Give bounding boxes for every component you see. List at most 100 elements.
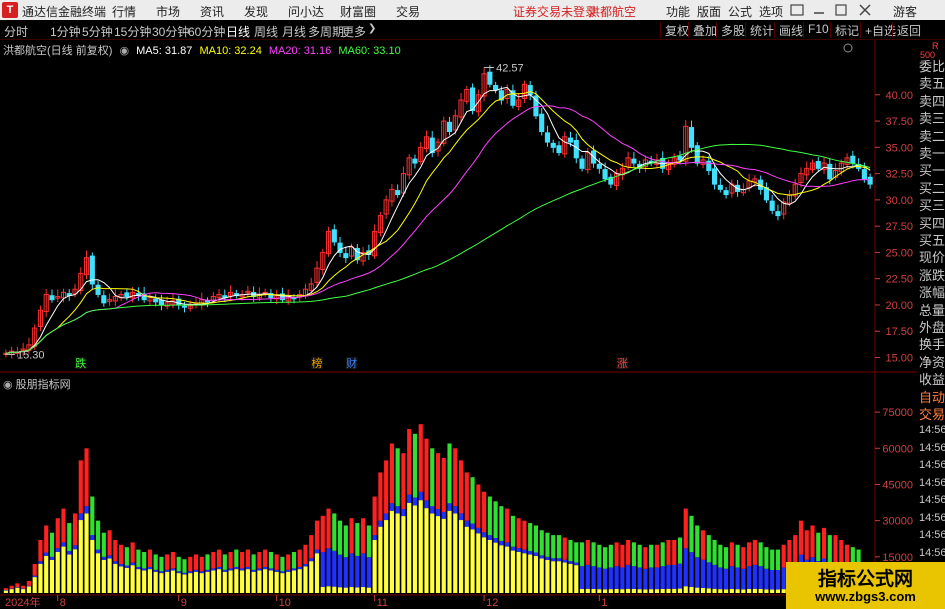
candle-body [331,229,337,243]
volume-segment-blue [280,571,285,574]
volume-segment-blue [407,494,412,503]
volume-segment-yellow [297,569,302,593]
volume-segment-red [798,520,804,555]
volume-segment-red [26,580,32,586]
price-axis-label: 32.50 [885,169,913,181]
event-marker[interactable]: 财 [346,356,357,370]
tick-time: 14:56 [919,476,945,489]
volume-segment-yellow [245,569,250,593]
kline-chart[interactable]: 40.00 37.50 35.00 32.50 30.00 27.50 25.00 22.50… [0,0,945,609]
volume-segment-blue [464,520,469,527]
event-marker[interactable]: 榜 [312,356,323,370]
chart-settings-icon[interactable] [843,43,853,53]
volume-segment-blue [700,559,706,588]
volume-segment-blue [355,555,360,588]
candle-body [544,132,551,143]
volume-segment-blue [361,553,366,588]
quote-field: 总量 [919,302,945,318]
volume-segment-yellow [257,570,262,593]
legend-ma20: MA20: 31.16 [268,45,332,57]
volume-segment-red [424,438,429,501]
candle-body [631,158,637,164]
volume-segment-blue [72,545,78,550]
volume-axis-label: 30000 [882,516,913,528]
volume-segment-red [626,539,631,565]
volume-segment-red [44,525,49,553]
volume-segment-blue [136,566,141,570]
volume-segment-blue [482,532,487,538]
volume-segment-yellow [424,508,429,593]
volume-segment-yellow [9,589,14,593]
volume-segment-blue [430,506,435,514]
quote-field[interactable]: 交易 [919,404,945,423]
date-label: 10 [279,597,291,609]
volume-segment-yellow [724,589,729,593]
volume-segment-green [695,525,700,558]
volume-segment-yellow [706,588,711,593]
volume-segment-yellow [21,589,26,593]
volume-segment-blue [533,552,539,556]
volume-segment-yellow [136,569,141,593]
quote-field[interactable]: 自动 [919,387,945,406]
volume-segment-red [804,530,809,560]
volume-segment-yellow [430,513,435,593]
price-axis-label: 40.00 [885,90,913,102]
candle-body [769,200,775,211]
indicator-label: ◉ 股朋指标网 [3,376,71,392]
volume-segment-green [49,532,55,557]
indicator-toggle-icon[interactable]: ◉ [3,379,13,391]
volume-segment-green [631,542,636,567]
volume-segment-blue [113,561,118,564]
legend-title: 洪都航空(日线 前复权) [3,45,113,57]
candle-body [153,298,159,303]
quote-field: 换手 [919,337,945,353]
volume-segment-yellow [263,569,268,593]
volume-segment-yellow [764,589,769,593]
candle-body [827,163,833,180]
legend-toggle-icon[interactable]: ◉ [119,45,129,57]
volume-segment-blue [643,568,648,590]
volume-segment-blue [424,500,429,509]
volume-segment-red [643,547,648,569]
volume-segment-yellow [251,571,256,593]
event-marker[interactable]: 涨 [617,357,628,370]
volume-segment-yellow [142,570,147,593]
volume-segment-blue [758,566,763,589]
volume-segment-yellow [637,589,642,593]
candle-body [550,142,556,148]
candle-body [602,169,608,180]
indicator-name: 股朋指标网 [15,379,71,391]
quote-field: 卖二 [919,128,945,144]
volume-segment-yellow [32,577,37,593]
price-axis-label: 37.50 [885,116,913,128]
volume-segment-yellow [320,586,325,593]
volume-segment-blue [568,561,573,564]
volume-segment-yellow [384,520,389,593]
watermark-title: 指标公式网 [817,569,913,590]
volume-segment-blue [597,567,602,590]
volume-segment-red [747,542,752,567]
legend-ma5: MA5: 31.87 [136,45,193,57]
volume-segment-blue [706,562,711,589]
event-marker[interactable]: 跌 [75,356,86,370]
volume-segment-green [499,506,504,541]
volume-segment-red [378,472,383,521]
volume-segment-blue [718,567,723,590]
volume-segment-red [84,448,89,507]
volume-segment-blue [291,568,297,571]
volume-segment-yellow [770,589,775,593]
volume-segment-yellow [90,539,95,593]
volume-segment-yellow [418,500,423,593]
volume-axis-label: 60000 [882,443,913,455]
price-axis-label: 27.50 [885,221,913,233]
volume-segment-red [384,460,389,514]
volume-segment-red [314,520,320,550]
volume-segment-red [458,460,464,514]
volume-segment-yellow [482,537,487,593]
volume-segment-blue [193,569,199,572]
volume-segment-green [556,535,562,559]
quote-field: 买五 [919,233,945,248]
volume-segment-blue [159,571,164,574]
ma60-line [5,143,871,354]
volume-segment-green [205,554,210,570]
